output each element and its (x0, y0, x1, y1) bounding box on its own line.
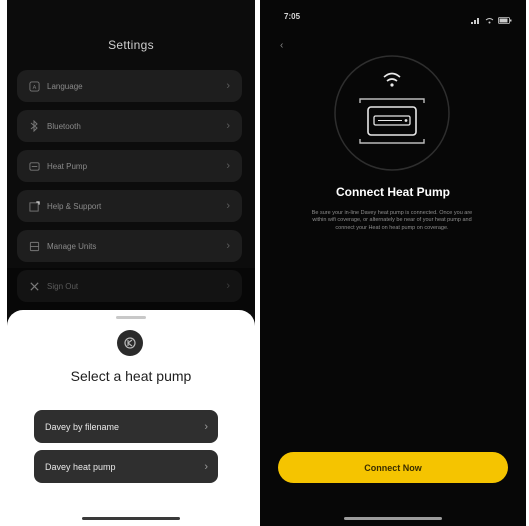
chevron-right-icon: › (204, 420, 208, 433)
home-indicator[interactable] (82, 517, 180, 520)
page-title: Connect Heat Pump (335, 185, 450, 199)
status-icons (471, 11, 512, 29)
settings-item-language[interactable]: A Language › (17, 70, 242, 102)
settings-item-manage-units[interactable]: Manage Units › (17, 230, 242, 262)
connect-now-button[interactable]: Connect Now (278, 452, 508, 483)
status-time: 7:05 (284, 12, 301, 21)
page-title: Settings (108, 38, 154, 52)
chevron-right-icon: › (226, 200, 230, 212)
brand-logo-icon (117, 330, 143, 356)
heat-pump-option-label: Davey by filename (45, 421, 120, 432)
heat-pump-option-label: Davey heat pump (45, 461, 116, 472)
chevron-right-icon: › (204, 460, 208, 473)
bluetooth-icon (27, 119, 41, 133)
sheet-backdrop[interactable] (7, 268, 255, 310)
connect-screen: 7:05 ‹ Connect Heat Pump Be sure your in… (260, 0, 526, 526)
wifi-icon (485, 11, 494, 29)
wifi-icon (383, 72, 401, 87)
svg-text:A: A (32, 84, 36, 90)
chevron-right-icon: › (226, 120, 230, 132)
sheet-title: Select a heat pump (70, 368, 192, 384)
bottom-sheet: Select a heat pump Davey by filename › D… (7, 310, 255, 526)
battery-icon (498, 11, 512, 29)
help-icon (27, 199, 41, 213)
home-indicator[interactable] (344, 517, 442, 520)
settings-item-label: Heat Pump (47, 161, 88, 171)
heat-pump-option[interactable]: Davey by filename › (34, 410, 218, 443)
settings-item-label: Bluetooth (47, 121, 81, 131)
heat-pump-wifi-illustration (334, 55, 450, 171)
heat-pump-icon (27, 159, 41, 173)
settings-screen: Settings A Language › Bluetooth › Heat P… (7, 0, 255, 526)
chevron-right-icon: › (226, 80, 230, 92)
units-icon (27, 239, 41, 253)
settings-item-label: Language (47, 81, 83, 91)
settings-item-heat-pump[interactable]: Heat Pump › (17, 150, 242, 182)
sheet-grabber[interactable] (116, 316, 146, 319)
connect-description: Be sure your in-line Davey heat pump is … (311, 210, 473, 231)
signal-icon (471, 11, 481, 29)
settings-item-label: Help & Support (47, 201, 102, 211)
chevron-right-icon: › (226, 240, 230, 252)
settings-item-bluetooth[interactable]: Bluetooth › (17, 110, 242, 142)
settings-item-label: Manage Units (47, 241, 97, 251)
settings-item-help[interactable]: Help & Support › (17, 190, 242, 222)
globe-icon: A (27, 79, 41, 93)
heat-pump-icon (359, 98, 425, 144)
chevron-right-icon: › (226, 160, 230, 172)
back-arrow-icon[interactable]: ‹ (280, 40, 283, 51)
heat-pump-option[interactable]: Davey heat pump › (34, 450, 218, 483)
